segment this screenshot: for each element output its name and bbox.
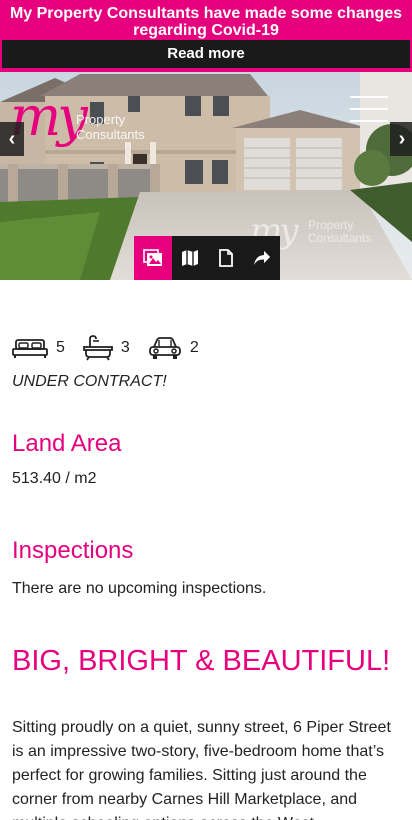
chevron-left-icon[interactable]: ‹ [0,122,24,156]
photos-tab[interactable] [134,236,172,280]
logo-line-1: Property [76,112,126,127]
inspections-heading: Inspections [12,537,134,564]
watermark-line-1: Property [308,218,354,232]
status-badge: UNDER CONTRACT! [12,373,167,390]
inspections-text: There are no upcoming inspections. [12,580,267,597]
car-icon [148,337,181,359]
bedrooms-feature: 5 [12,337,65,359]
listing-headline: BIG, BRIGHT & BEAUTIFUL! [12,645,391,677]
share-tab[interactable] [244,236,280,280]
chevron-right-icon[interactable]: › [390,122,412,156]
floorplan-tab[interactable] [208,236,244,280]
media-tabs [134,236,280,280]
floorplan-icon [219,249,233,267]
read-more-button[interactable]: Read more [2,40,410,68]
menu-icon[interactable] [350,96,388,122]
land-area-heading: Land Area [12,430,122,457]
bath-icon [83,335,113,361]
car-spaces-count: 2 [189,339,199,356]
car-spaces-feature: 2 [148,336,199,360]
bathrooms-feature: 3 [83,335,130,361]
listing-description: Sitting proudly on a quiet, sunny street… [12,719,391,820]
share-icon [254,251,270,265]
map-icon [182,250,198,266]
map-tab[interactable] [172,236,208,280]
site-logo[interactable]: my Property Consultants [10,90,170,150]
covid-banner: My Property Consultants have made some c… [0,0,412,72]
logo-line-2: Consultants [76,127,145,142]
bed-icon [12,339,48,358]
photos-icon [143,249,162,266]
watermark-line-2: Consultants [308,231,372,245]
banner-message: My Property Consultants have made some c… [9,5,403,39]
land-area-value: 513.40 / m2 [12,470,97,487]
bedrooms-count: 5 [56,339,65,356]
bathrooms-count: 3 [120,339,130,356]
property-features: 5 3 2 [12,334,217,362]
